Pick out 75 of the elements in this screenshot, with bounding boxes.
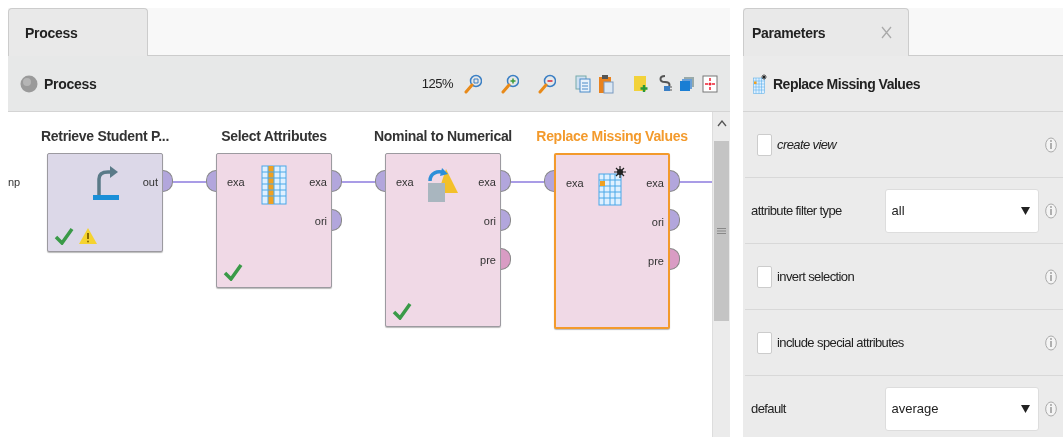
port-label: ori: [651, 215, 664, 229]
port-label: ori: [483, 214, 496, 228]
parameter-label: attribute filter type: [751, 203, 843, 218]
table-icon: [598, 166, 626, 206]
operator-name: Replace Missing Values: [773, 75, 920, 92]
parameter-label: include special attributes: [777, 335, 904, 350]
scroll-up-icon[interactable]: [716, 120, 727, 127]
output-port[interactable]: [670, 209, 680, 231]
info-icon[interactable]: [1045, 400, 1057, 417]
scrollbar[interactable]: [712, 112, 730, 437]
connection-line: [511, 181, 544, 183]
parameter-label: invert selection: [777, 269, 855, 284]
copy-icon[interactable]: [575, 74, 591, 93]
connection-line: [173, 181, 206, 183]
output-port[interactable]: [501, 170, 511, 192]
close-icon[interactable]: [881, 26, 892, 39]
zoom-in-icon[interactable]: [501, 73, 519, 94]
operator-title: Nominal to Numerical: [374, 128, 512, 146]
checkbox[interactable]: [757, 133, 772, 156]
port-label: pre: [648, 254, 664, 268]
output-port[interactable]: [670, 248, 680, 270]
info-icon[interactable]: [1045, 268, 1057, 285]
shapes-icon: [426, 165, 460, 205]
port-label: exa: [566, 176, 584, 190]
info-icon[interactable]: [1045, 136, 1057, 153]
operator-box[interactable]: out: [47, 153, 163, 252]
info-icon[interactable]: [1045, 202, 1057, 219]
process-tab[interactable]: Process: [8, 8, 148, 56]
zoom-out-icon[interactable]: [538, 73, 556, 94]
connection-line: [342, 181, 375, 183]
operator-title: Retrieve Student P...: [40, 128, 169, 146]
scrollbar-thumb[interactable]: [714, 141, 729, 321]
operator-box[interactable]: exa exa ori pre: [385, 153, 501, 327]
output-port[interactable]: [332, 170, 342, 192]
output-port[interactable]: [670, 170, 680, 192]
output-port[interactable]: [501, 209, 511, 231]
port-label: np: [8, 176, 21, 188]
port-label: pre: [480, 253, 496, 267]
operator-title: Replace Missing Values: [536, 128, 688, 146]
port-label: exa: [396, 175, 414, 189]
process-icon: [20, 74, 38, 93]
info-icon[interactable]: [1045, 334, 1057, 351]
redirect-arrow-icon: [91, 165, 119, 201]
port-label: exa: [227, 175, 245, 189]
checkbox[interactable]: [757, 331, 772, 354]
caret-icon: [1021, 206, 1030, 215]
port-label: out: [142, 175, 158, 189]
port-label: exa: [646, 176, 664, 190]
caret-icon: [1021, 404, 1030, 413]
auto-layout-icon[interactable]: [702, 74, 718, 93]
output-port[interactable]: [163, 170, 173, 192]
port-label: exa: [478, 175, 496, 189]
table-icon: [751, 73, 769, 94]
parameters-tab[interactable]: Parameters: [752, 24, 826, 41]
operator-title: Select Attributes: [221, 128, 327, 146]
paste-icon[interactable]: [598, 73, 614, 94]
connection-line: [680, 181, 712, 183]
parameter-label: create view: [777, 137, 837, 152]
output-port[interactable]: [501, 248, 511, 270]
table-icon: [261, 165, 287, 205]
add-note-icon[interactable]: [633, 74, 649, 93]
port-label: exa: [309, 175, 327, 189]
dropdown[interactable]: all: [884, 188, 1039, 233]
checkbox[interactable]: [757, 265, 772, 288]
port-label: ori: [314, 214, 327, 228]
output-port[interactable]: [332, 209, 342, 231]
operator-box[interactable]: exa exa ori: [216, 153, 332, 288]
process-title: Process: [44, 75, 97, 92]
zoom-level: 125%: [421, 76, 453, 91]
layers-icon[interactable]: [679, 75, 695, 92]
operator-box[interactable]: exa exa ori pre: [554, 153, 670, 329]
zoom-fit-icon[interactable]: [464, 73, 482, 94]
grip-icon: [717, 228, 726, 234]
dropdown[interactable]: average: [884, 386, 1039, 431]
parameter-label: default: [751, 401, 788, 416]
